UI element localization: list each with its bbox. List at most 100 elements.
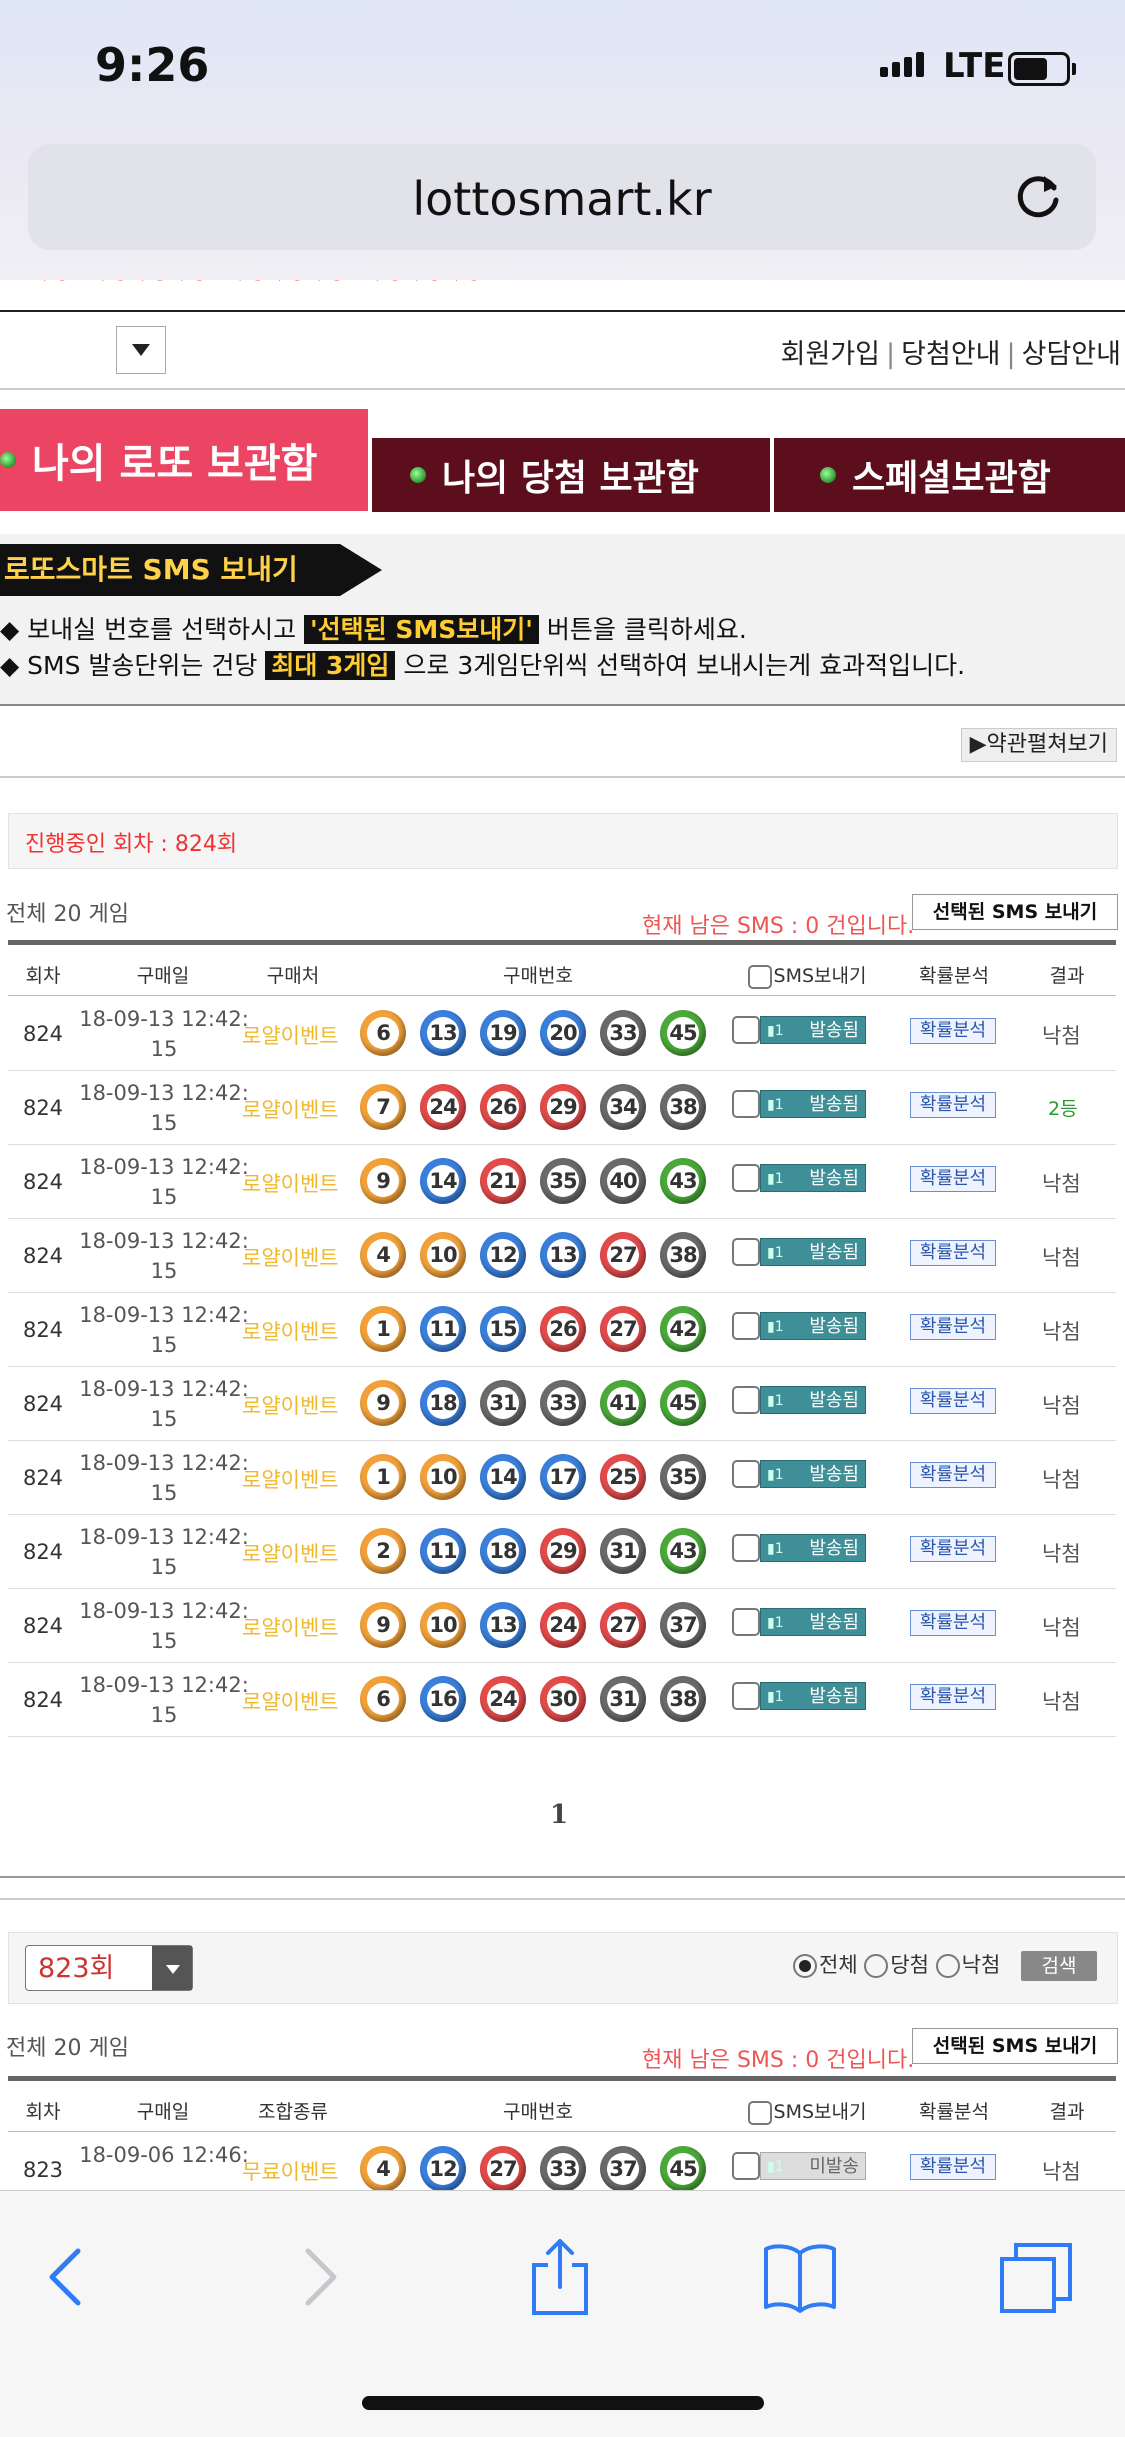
round-cell: 824 xyxy=(22,1170,64,1194)
probability-button[interactable]: 확률분석 xyxy=(910,1018,996,1044)
sms-status-badge: 발송됨 xyxy=(760,1460,866,1489)
lotto-ball: 31 xyxy=(480,1380,526,1426)
lotto-ball: 29 xyxy=(540,1084,586,1130)
probability-button[interactable]: 확률분석 xyxy=(910,1092,996,1118)
date-cell: 18-09-13 12:42: 15 xyxy=(79,1303,249,1357)
tab-my-winnings[interactable]: 나의 당첨 보관함 xyxy=(372,438,770,512)
consult-link[interactable]: 상담안내 xyxy=(1022,339,1121,370)
row-checkbox[interactable] xyxy=(732,1682,760,1710)
lotto-ball: 11 xyxy=(420,1528,466,1574)
lotto-ball: 31 xyxy=(600,1676,646,1722)
signup-link[interactable]: 회원가입 xyxy=(781,339,880,370)
sms-status-badge: 발송됨 xyxy=(760,1238,866,1267)
row-checkbox[interactable] xyxy=(732,1312,760,1340)
row-checkbox[interactable] xyxy=(732,1460,760,1488)
dropdown-button[interactable] xyxy=(116,326,166,374)
send-selected-sms-button[interactable]: 선택된 SMS 보내기 xyxy=(912,894,1118,930)
row-checkbox[interactable] xyxy=(732,1386,760,1414)
sms-select-all[interactable]: SMS보내기 xyxy=(742,961,872,989)
row-checkbox[interactable] xyxy=(732,1016,760,1044)
lotto-ball: 18 xyxy=(480,1528,526,1574)
round-select[interactable]: 823회 xyxy=(25,1945,193,1991)
lotto-ball: 20 xyxy=(540,1010,586,1056)
lotto-ball: 45 xyxy=(660,1380,706,1426)
number-balls: 6 13 19 20 33 45 xyxy=(360,1010,720,1061)
win-info-link[interactable]: 당첨안내 xyxy=(901,339,1000,370)
shop-cell: 로얄이벤트 xyxy=(242,1320,339,1344)
table-row: 824 18-09-13 12:42:15로얄이벤트 9 18 31 33 41 45 발송됨 확… xyxy=(8,1366,1116,1441)
share-icon[interactable] xyxy=(520,2237,600,2317)
row-checkbox[interactable] xyxy=(732,1608,760,1636)
lotto-ball: 27 xyxy=(600,1306,646,1352)
sms-remaining: 현재 남은 SMS : 0 건입니다. xyxy=(642,914,915,939)
bookmarks-icon[interactable] xyxy=(760,2237,840,2317)
sms-status-badge: 발송됨 xyxy=(760,1312,866,1341)
lotto-ball: 6 xyxy=(360,1010,406,1056)
sms-status-badge: 발송됨 xyxy=(760,1386,866,1415)
radio-lose[interactable]: 낙첨 xyxy=(935,1953,1000,1978)
bullet-icon xyxy=(0,452,16,468)
current-round-box: 진행중인 회차 : 824회 xyxy=(8,813,1118,869)
row-checkbox[interactable] xyxy=(732,1164,760,1192)
lotto-ball: 41 xyxy=(600,1380,646,1426)
page-number[interactable]: 1 xyxy=(550,1800,568,1830)
row-checkbox[interactable] xyxy=(732,1238,760,1266)
result-cell: 낙첨 xyxy=(1042,1616,1081,1640)
result-cell: 낙첨 xyxy=(1042,1394,1081,1418)
lotto-ball: 38 xyxy=(660,1676,706,1722)
shop-cell: 로얄이벤트 xyxy=(242,1394,339,1418)
round-cell: 824 xyxy=(22,1022,64,1046)
lotto-ball: 30 xyxy=(540,1676,586,1722)
search-button[interactable]: 검색 xyxy=(1021,1951,1097,1981)
divider xyxy=(0,310,1125,312)
lotto-ball: 27 xyxy=(600,1602,646,1648)
web-page: ~ ~~~ ~~~ ~~~ 회원가입|당첨안내|상담안내 나의 로또 보관함 나… xyxy=(0,280,1125,2207)
sms-select-all[interactable]: SMS보내기 xyxy=(742,2097,872,2125)
lotto-ball: 45 xyxy=(660,2146,706,2192)
lotto-ball: 29 xyxy=(540,1528,586,1574)
tabs-icon[interactable] xyxy=(996,2237,1076,2317)
terms-expand-button[interactable]: ▶약관펼쳐보기 xyxy=(960,728,1117,762)
probability-button[interactable]: 확률분석 xyxy=(910,1610,996,1636)
number-balls: 9 18 31 33 41 45 xyxy=(360,1380,720,1431)
lotto-ball: 19 xyxy=(480,1010,526,1056)
result-cell: 낙첨 xyxy=(1042,2160,1081,2184)
shop-cell: 로얄이벤트 xyxy=(242,1690,339,1714)
send-selected-sms-button[interactable]: 선택된 SMS 보내기 xyxy=(912,2028,1118,2064)
lotto-ball: 13 xyxy=(420,1010,466,1056)
number-balls: 7 24 26 29 34 38 xyxy=(360,1084,720,1135)
result-cell: 낙첨 xyxy=(1042,1172,1081,1196)
row-checkbox[interactable] xyxy=(732,1090,760,1118)
reload-icon[interactable] xyxy=(1008,166,1068,226)
probability-button[interactable]: 확률분석 xyxy=(910,1240,996,1266)
table-row: 82418-09-13 12:42:15로얄이벤트11115262742발송됨확… xyxy=(8,1292,1116,1367)
probability-button[interactable]: 확률분석 xyxy=(910,1314,996,1340)
tab-my-lotto[interactable]: 나의 로또 보관함 xyxy=(0,409,368,511)
forward-icon[interactable] xyxy=(276,2237,356,2317)
result-cell: 낙첨 xyxy=(1042,1468,1081,1492)
row-checkbox[interactable] xyxy=(732,2152,760,2180)
probability-button[interactable]: 확률분석 xyxy=(910,1388,996,1414)
back-icon[interactable] xyxy=(30,2237,110,2317)
number-balls: 1 11 15 26 27 42 xyxy=(360,1306,720,1357)
sms-status-badge: 발송됨 xyxy=(760,1164,866,1193)
table-header: 회차 구매일 구매처 구매번호 SMS보내기 확률분석 결과 xyxy=(8,940,1116,996)
probability-button[interactable]: 확률분석 xyxy=(910,1166,996,1192)
table-row: 824 18-09-13 12:42:15로얄이벤트 6 13 19 20 33 45 발송됨 확… xyxy=(8,996,1116,1071)
probability-button[interactable]: 확률분석 xyxy=(910,1536,996,1562)
lotto-ball: 45 xyxy=(660,1010,706,1056)
probability-button[interactable]: 확률분석 xyxy=(910,1462,996,1488)
probability-button[interactable]: 확률분석 xyxy=(910,2154,996,2180)
lotto-ball: 11 xyxy=(420,1306,466,1352)
address-bar[interactable]: lottosmart.kr xyxy=(28,144,1096,250)
radio-win[interactable]: 당첨 xyxy=(864,1953,929,1978)
shop-cell: 로얄이벤트 xyxy=(242,1468,339,1492)
tab-special[interactable]: 스페셜보관함 xyxy=(774,438,1125,512)
chevron-down-icon xyxy=(152,1946,192,1990)
lotto-ball: 38 xyxy=(660,1084,706,1130)
radio-all[interactable]: 전체 xyxy=(793,1953,858,1978)
row-checkbox[interactable] xyxy=(732,1534,760,1562)
lotto-ball: 4 xyxy=(360,1232,406,1278)
result-cell: 2등 xyxy=(1048,1098,1078,1120)
probability-button[interactable]: 확률분석 xyxy=(910,1684,996,1710)
